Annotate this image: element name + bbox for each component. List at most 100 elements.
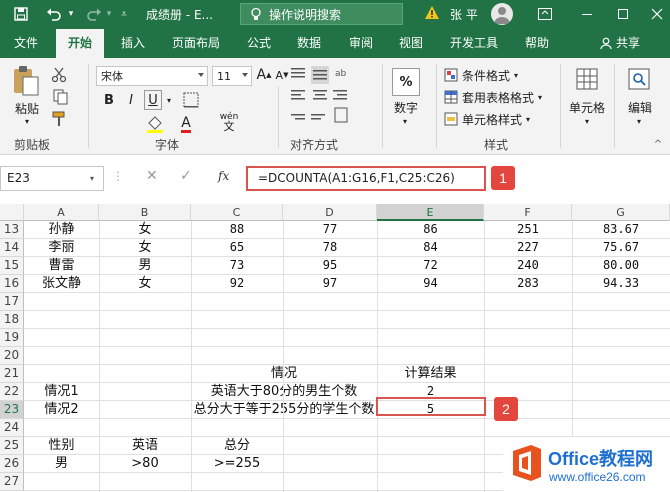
minimize-icon[interactable] <box>578 5 596 23</box>
undo-dropdown-icon[interactable]: ▾ <box>66 5 76 23</box>
format-painter-icon[interactable] <box>50 110 68 128</box>
editing-button[interactable]: 编辑 <box>622 98 658 116</box>
cell-f13[interactable]: 251 <box>484 221 572 239</box>
warning-icon[interactable] <box>424 5 440 23</box>
cell-styles-button[interactable]: 单元格样式 ▾ <box>444 110 554 128</box>
row-header-26[interactable]: 26 <box>0 455 24 473</box>
cell-d14[interactable]: 78 <box>283 239 377 257</box>
underline-button[interactable]: U <box>144 90 162 110</box>
cell-a22[interactable]: 情况1 <box>24 383 99 401</box>
cell-c23[interactable]: 总分大于等于255分的学生个数 <box>191 401 377 419</box>
user-name[interactable]: 张 平 <box>450 6 478 23</box>
borders-icon[interactable] <box>180 90 202 110</box>
row-header-16[interactable]: 16 <box>0 275 24 293</box>
italic-button[interactable]: I <box>122 90 140 110</box>
cell-f14[interactable]: 227 <box>484 239 572 257</box>
enter-formula-icon[interactable]: ✓ <box>180 168 192 184</box>
ribbon-display-options-icon[interactable] <box>536 5 554 23</box>
conditional-format-button[interactable]: 条件格式 ▾ <box>444 66 554 84</box>
tab-home[interactable]: 开始 <box>56 29 104 58</box>
cell-b16[interactable]: 女 <box>99 275 191 293</box>
cell-e13[interactable]: 86 <box>377 221 484 239</box>
tab-help[interactable]: 帮助 <box>516 29 558 58</box>
close-icon[interactable] <box>648 5 666 23</box>
cell-f15[interactable]: 240 <box>484 257 572 275</box>
number-format-button[interactable]: % <box>392 68 420 96</box>
cell-a23[interactable]: 情况2 <box>24 401 99 419</box>
formula-input[interactable]: =DCOUNTA(A1:G16,F1,C25:C26) <box>246 166 486 191</box>
paste-dropdown-icon[interactable]: ▾ <box>22 116 32 126</box>
cell-c22[interactable]: 英语大于80分的男生个数 <box>191 383 377 401</box>
row-header-23[interactable]: 23 <box>0 401 24 419</box>
column-header-b[interactable]: B <box>99 204 191 221</box>
redo-dropdown-icon[interactable]: ▾ <box>104 5 114 23</box>
row-header-20[interactable]: 20 <box>0 347 24 365</box>
tab-data[interactable]: 数据 <box>288 29 330 58</box>
cell-c26[interactable]: >=255 <box>191 455 283 473</box>
cell-d13[interactable]: 77 <box>283 221 377 239</box>
cell-f16[interactable]: 283 <box>484 275 572 293</box>
cell-e15[interactable]: 72 <box>377 257 484 275</box>
font-color-button[interactable]: A <box>176 114 196 134</box>
cell-d16[interactable]: 97 <box>283 275 377 293</box>
tab-developer[interactable]: 开发工具 <box>442 29 506 58</box>
number-dropdown-icon[interactable]: ▾ <box>400 116 410 126</box>
column-header-a[interactable]: A <box>24 204 99 221</box>
find-icon[interactable] <box>626 66 652 92</box>
cell-g15[interactable]: 80.00 <box>572 257 670 275</box>
row-header-18[interactable]: 18 <box>0 311 24 329</box>
increase-font-size-button[interactable]: A ▲ <box>256 66 272 84</box>
font-size-select[interactable]: 11 <box>212 66 252 86</box>
cell-a26[interactable]: 男 <box>24 455 99 473</box>
cell-b25[interactable]: 英语 <box>99 437 191 455</box>
cancel-formula-icon[interactable]: ✕ <box>146 168 158 184</box>
cell-d15[interactable]: 95 <box>283 257 377 275</box>
cells-dropdown-icon[interactable]: ▾ <box>582 116 592 126</box>
alignment-controls[interactable]: ab <box>288 64 358 128</box>
cell-g13[interactable]: 83.67 <box>572 221 670 239</box>
column-header-f[interactable]: F <box>484 204 572 221</box>
cell-a15[interactable]: 曹雷 <box>24 257 99 275</box>
cell-g16[interactable]: 94.33 <box>572 275 670 293</box>
cell-g14[interactable]: 75.67 <box>572 239 670 257</box>
selected-cell-e23[interactable] <box>376 397 486 416</box>
copy-icon[interactable] <box>50 88 72 106</box>
tab-review[interactable]: 审阅 <box>340 29 382 58</box>
row-header-22[interactable]: 22 <box>0 383 24 401</box>
paste-icon[interactable] <box>10 64 42 98</box>
format-as-table-button[interactable]: 套用表格格式 ▾ <box>444 88 554 106</box>
row-header-24[interactable]: 24 <box>0 419 24 437</box>
save-icon[interactable] <box>12 5 30 23</box>
column-header-d[interactable]: D <box>283 204 377 221</box>
cell-c21[interactable]: 情况 <box>191 365 377 383</box>
underline-dropdown-icon[interactable]: ▾ <box>164 92 174 108</box>
row-header-21[interactable]: 21 <box>0 365 24 383</box>
fill-color-icon[interactable] <box>144 114 166 134</box>
cell-e21[interactable]: 计算结果 <box>377 365 484 383</box>
row-header-13[interactable]: 13 <box>0 221 24 239</box>
cell-c14[interactable]: 65 <box>191 239 283 257</box>
cut-icon[interactable] <box>50 66 68 84</box>
cell-a25[interactable]: 性别 <box>24 437 99 455</box>
maximize-icon[interactable] <box>614 5 632 23</box>
select-all-corner[interactable] <box>0 204 24 221</box>
font-name-select[interactable]: 宋体 <box>96 66 208 86</box>
cell-b14[interactable]: 女 <box>99 239 191 257</box>
collapse-ribbon-icon[interactable]: ^ <box>652 138 664 150</box>
redo-icon[interactable] <box>84 5 104 23</box>
name-box-dropdown-icon[interactable]: ▾ <box>90 174 94 183</box>
tab-formulas[interactable]: 公式 <box>238 29 280 58</box>
cells-icon[interactable] <box>574 66 600 92</box>
row-header-19[interactable]: 19 <box>0 329 24 347</box>
cell-a16[interactable]: 张文静 <box>24 275 99 293</box>
cell-c13[interactable]: 88 <box>191 221 283 239</box>
cell-e16[interactable]: 94 <box>377 275 484 293</box>
avatar[interactable] <box>491 3 513 25</box>
cell-a13[interactable]: 孙静 <box>24 221 99 239</box>
tab-view[interactable]: 视图 <box>390 29 432 58</box>
paste-button[interactable]: 粘贴 <box>10 100 44 116</box>
column-header-c[interactable]: C <box>191 204 283 221</box>
cell-c16[interactable]: 92 <box>191 275 283 293</box>
cell-c15[interactable]: 73 <box>191 257 283 275</box>
bold-button[interactable]: B <box>100 90 118 110</box>
